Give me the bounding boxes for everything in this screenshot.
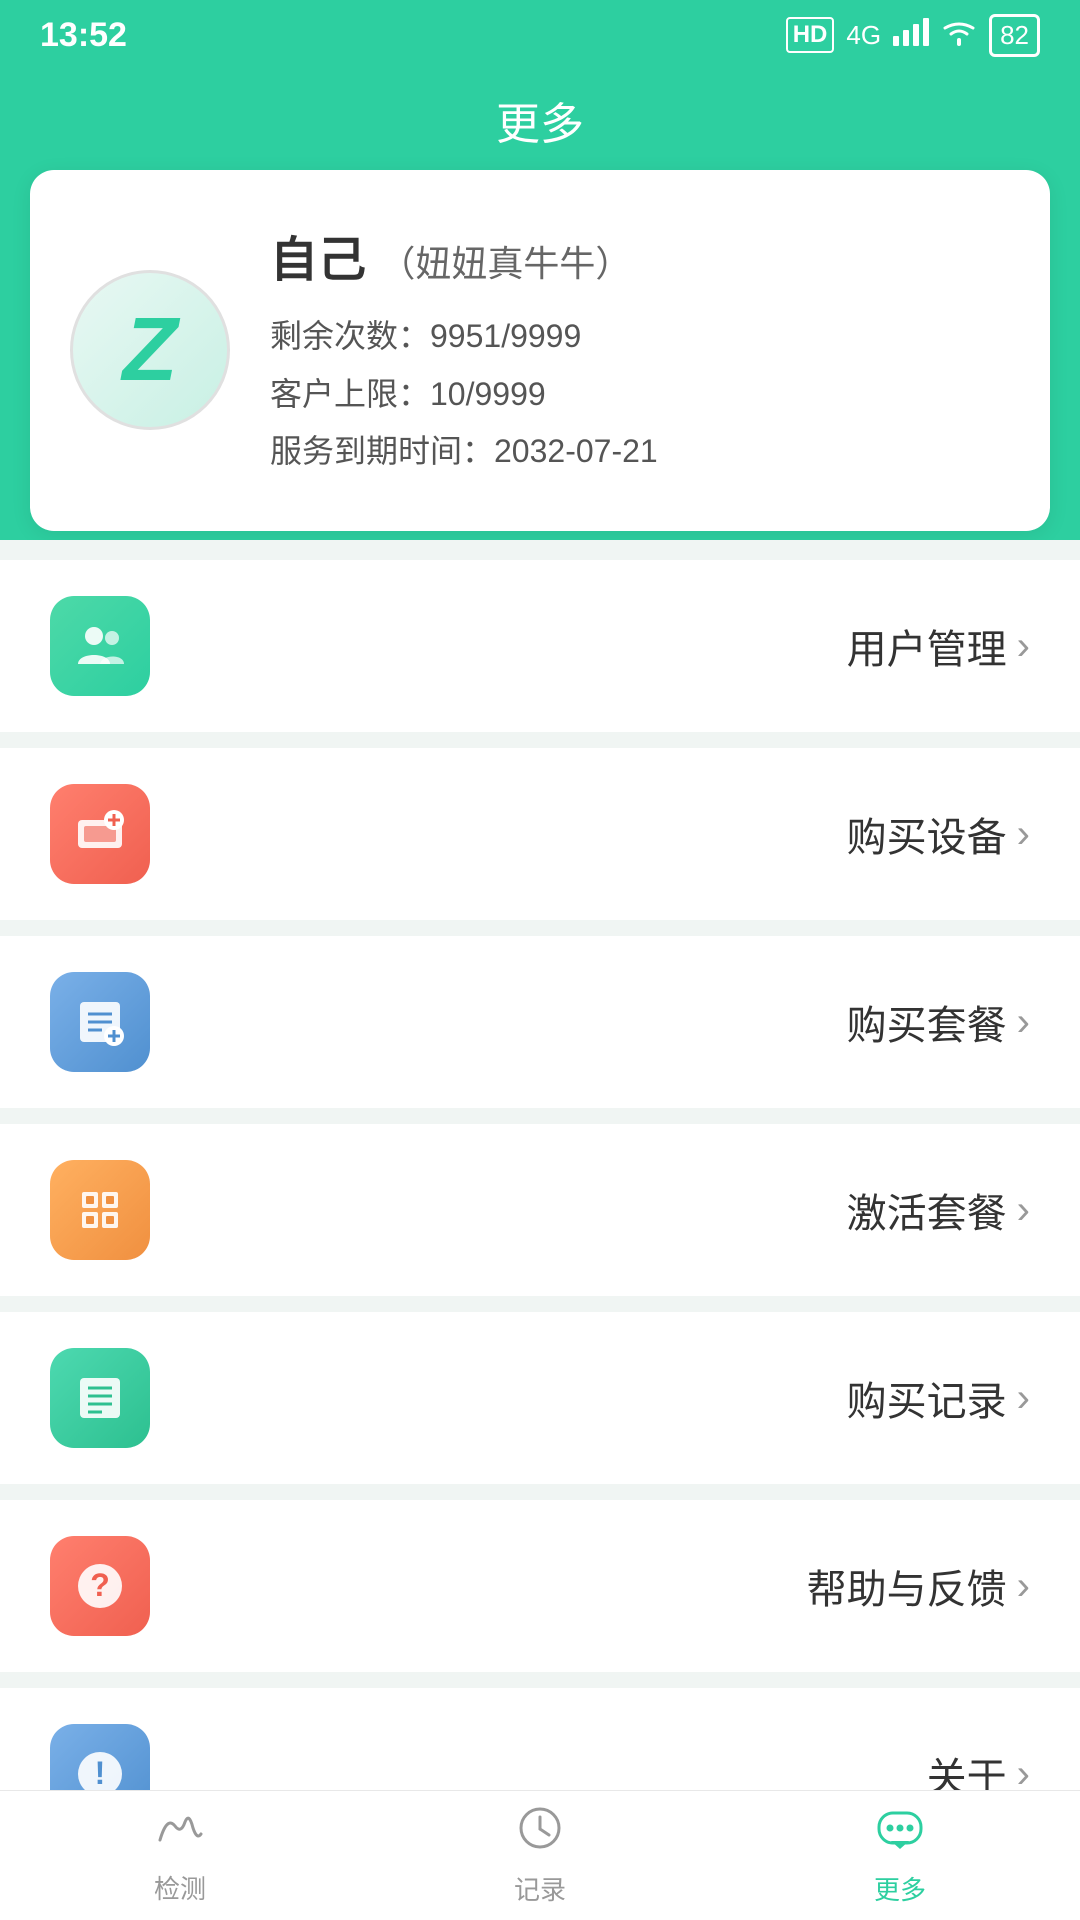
detect-label: 检测	[154, 1869, 206, 1906]
menu-item-help-feedback[interactable]: ? 帮助与反馈 ›	[0, 1500, 1080, 1672]
tab-detect[interactable]: 检测	[94, 1796, 266, 1916]
battery-icon: 82	[989, 14, 1040, 57]
menu-item-buy-plan[interactable]: 购买套餐 ›	[0, 936, 1080, 1108]
buy-device-icon	[50, 784, 150, 884]
buy-plan-label: 购买套餐	[847, 993, 1007, 1051]
record-label: 记录	[514, 1870, 566, 1907]
buy-device-label: 购买设备	[847, 805, 1007, 863]
menu-item-about[interactable]: ! 关于 ›	[0, 1688, 1080, 1790]
menu-item-user-management[interactable]: 用户管理 ›	[0, 560, 1080, 732]
profile-expire-date: 服务到期时间：2032-07-21	[270, 423, 1000, 481]
buy-device-chevron: ›	[1017, 812, 1030, 857]
buy-plan-chevron: ›	[1017, 1000, 1030, 1045]
help-feedback-chevron: ›	[1017, 1564, 1030, 1609]
user-management-chevron: ›	[1017, 624, 1030, 669]
more-icon	[875, 1805, 925, 1862]
menu-item-purchase-record[interactable]: 购买记录 ›	[0, 1312, 1080, 1484]
activate-plan-icon	[50, 1160, 150, 1260]
purchase-record-chevron: ›	[1017, 1376, 1030, 1421]
about-label: 关于	[927, 1745, 1007, 1790]
page-header: 更多	[0, 70, 1080, 170]
profile-nickname: （妞妞真牛牛）	[379, 243, 631, 284]
profile-card: Z 自己 （妞妞真牛牛） 剩余次数：9951/9999 客户上限：10/9999…	[30, 170, 1050, 531]
tab-bar: 检测 记录 更多	[0, 1790, 1080, 1920]
menu-list: 用户管理 › 购买设备 ›	[0, 540, 1080, 1790]
signal-icon	[893, 18, 929, 53]
status-icons: HD 4G 82	[786, 14, 1040, 57]
status-time: 13:52	[40, 16, 127, 55]
profile-client-limit: 客户上限：10/9999	[270, 366, 1000, 424]
buy-plan-icon	[50, 972, 150, 1072]
help-feedback-icon: ?	[50, 1536, 150, 1636]
help-feedback-label: 帮助与反馈	[807, 1557, 1007, 1615]
menu-item-activate-plan[interactable]: 激活套餐 ›	[0, 1124, 1080, 1296]
user-management-icon	[50, 596, 150, 696]
page-title: 更多	[496, 88, 584, 152]
tab-more[interactable]: 更多	[814, 1795, 986, 1917]
profile-remaining-count: 剩余次数：9951/9999	[270, 308, 1000, 366]
tab-record[interactable]: 记录	[454, 1795, 626, 1917]
svg-text:!: !	[95, 1755, 106, 1790]
profile-name: 自己 （妞妞真牛牛）	[270, 220, 1000, 290]
status-bar: 13:52 HD 4G 82	[0, 0, 1080, 70]
hd-icon: HD	[786, 17, 835, 53]
activate-plan-label: 激活套餐	[847, 1181, 1007, 1239]
wifi-icon	[941, 18, 977, 53]
menu-item-buy-device[interactable]: 购买设备 ›	[0, 748, 1080, 920]
purchase-record-icon	[50, 1348, 150, 1448]
avatar: Z	[70, 270, 230, 430]
record-icon	[517, 1805, 563, 1862]
4g-icon: 4G	[846, 20, 881, 51]
activate-plan-chevron: ›	[1017, 1188, 1030, 1233]
about-chevron: ›	[1017, 1752, 1030, 1791]
svg-text:?: ?	[90, 1567, 110, 1603]
avatar-letter: Z	[123, 299, 178, 402]
profile-info: 自己 （妞妞真牛牛） 剩余次数：9951/9999 客户上限：10/9999 服…	[270, 220, 1000, 481]
user-management-label: 用户管理	[847, 617, 1007, 675]
purchase-record-label: 购买记录	[847, 1369, 1007, 1427]
more-label: 更多	[874, 1870, 926, 1907]
about-icon: !	[50, 1724, 150, 1790]
detect-icon	[155, 1806, 205, 1861]
